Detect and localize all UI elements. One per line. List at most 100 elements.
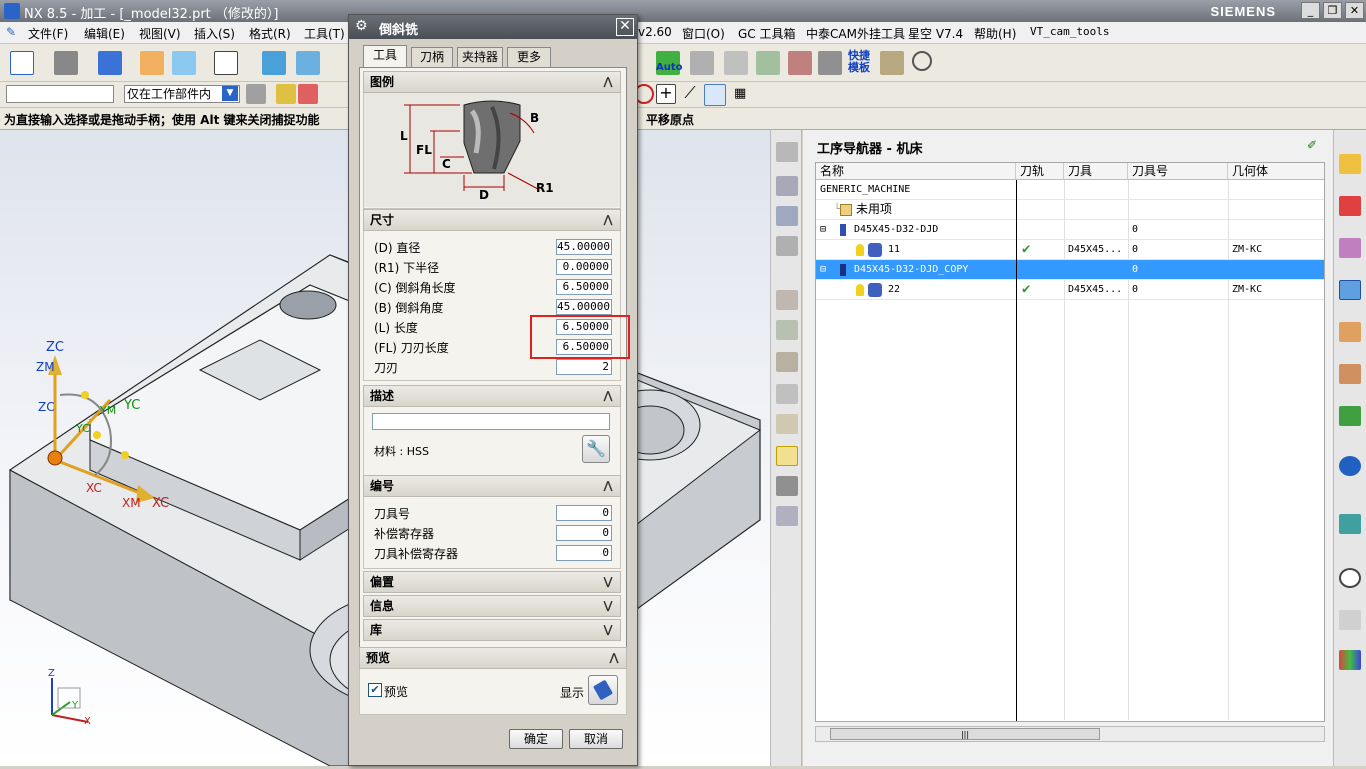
- menu-vt-cam-tools[interactable]: VT_cam_tools: [1030, 25, 1109, 38]
- history-icon[interactable]: [1339, 406, 1361, 426]
- render-style-icon[interactable]: [54, 51, 78, 75]
- select-all-icon[interactable]: [246, 84, 266, 104]
- reuse-library-icon[interactable]: [1339, 364, 1361, 384]
- chevron-down-icon[interactable]: ⋁: [600, 622, 616, 638]
- grid-icon[interactable]: ▦: [734, 86, 750, 102]
- create-method-icon[interactable]: [776, 384, 798, 404]
- create-geometry-icon[interactable]: [776, 352, 798, 372]
- adjust-register-field[interactable]: 0: [556, 525, 612, 541]
- post-process-icon[interactable]: [776, 506, 798, 526]
- param-diameter-field[interactable]: 45.00000: [556, 239, 612, 255]
- system-materials-icon[interactable]: [1339, 650, 1361, 670]
- menu-format[interactable]: 格式(R): [249, 25, 291, 42]
- chevron-up-icon[interactable]: ⋀: [600, 388, 616, 404]
- triad-handle-3[interactable]: [121, 451, 129, 459]
- col-tool-number[interactable]: 刀具号: [1128, 163, 1228, 180]
- scroll-thumb[interactable]: |||: [830, 728, 1100, 740]
- table-row[interactable]: 11 ✔ D45X45... 0 ZM-KC: [816, 240, 1324, 260]
- tab-holder[interactable]: 刀柄: [411, 47, 453, 67]
- toolpath-icon[interactable]: [776, 446, 798, 466]
- menu-xingkong[interactable]: 星空 V7.4: [908, 25, 963, 42]
- param-chamfer-length-field[interactable]: 6.50000: [556, 279, 612, 295]
- pin-icon[interactable]: ✐: [1307, 138, 1321, 152]
- col-tool[interactable]: 刀具: [1064, 163, 1128, 180]
- tool-number-field[interactable]: 0: [556, 505, 612, 521]
- minimize-button[interactable]: _: [1301, 2, 1320, 19]
- col-name[interactable]: 名称: [816, 163, 1016, 180]
- tab-more[interactable]: 更多: [507, 47, 551, 67]
- library-section-header[interactable]: 库 ⋁: [363, 619, 621, 641]
- operation-nav-icon[interactable]: [1339, 280, 1361, 300]
- cam-tool-icon-3[interactable]: [756, 51, 780, 75]
- background-icon[interactable]: [214, 51, 238, 75]
- view-orient-icon[interactable]: [98, 51, 122, 75]
- table-row[interactable]: ⊟ D45X45-D32-DJD 0: [816, 220, 1324, 240]
- description-section-header[interactable]: 描述 ⋀: [363, 385, 621, 407]
- menu-help[interactable]: 帮助(H): [974, 25, 1016, 42]
- create-program-icon[interactable]: [776, 290, 798, 310]
- layer-list-icon[interactable]: [776, 476, 798, 496]
- snap-intersect-icon[interactable]: +: [656, 84, 676, 104]
- cam-tool-icon[interactable]: [690, 51, 714, 75]
- constraint-nav-icon[interactable]: [1339, 196, 1361, 216]
- cancel-button[interactable]: 取消: [569, 729, 623, 749]
- param-flutes-field[interactable]: 2: [556, 359, 612, 375]
- tab-tool[interactable]: 工具: [363, 45, 407, 67]
- menu-tools[interactable]: 工具(T): [304, 25, 345, 42]
- dialog-close-button[interactable]: ✕: [616, 18, 634, 36]
- col-toolpath[interactable]: 刀轨: [1016, 163, 1064, 180]
- triad-handle[interactable]: [93, 431, 101, 439]
- info-icon[interactable]: [1339, 456, 1361, 476]
- info-section-header[interactable]: 信息 ⋁: [363, 595, 621, 617]
- palette-icon[interactable]: [1339, 610, 1361, 630]
- chevron-down-icon[interactable]: ⋁: [600, 598, 616, 614]
- auto-button[interactable]: Auto: [656, 51, 683, 75]
- layer-icon[interactable]: [140, 51, 164, 75]
- menu-zhongtai-cam[interactable]: 中泰CAM外挂工具: [806, 25, 905, 42]
- snap-point-icon[interactable]: [276, 84, 296, 104]
- fit-view-icon[interactable]: [10, 51, 34, 75]
- size-section-header[interactable]: 尺寸 ⋀: [363, 209, 621, 231]
- dialog-title-bar[interactable]: ⚙ 倒斜铣 ✕: [349, 15, 637, 39]
- menu-edit[interactable]: 编辑(E): [84, 25, 125, 42]
- cam-tool-icon-6[interactable]: [880, 51, 904, 75]
- menu-window[interactable]: 窗口(O): [682, 25, 725, 42]
- chevron-up-icon[interactable]: ⋀: [600, 478, 616, 494]
- machine-tool-view-icon[interactable]: [776, 176, 798, 196]
- menu-gc-toolbox[interactable]: GC 工具箱: [738, 25, 796, 42]
- param-lower-radius-field[interactable]: 0.00000: [556, 259, 612, 275]
- create-operation-icon[interactable]: [776, 414, 798, 434]
- program-order-view-icon[interactable]: [776, 142, 798, 162]
- chevron-up-icon[interactable]: ⋀: [606, 650, 622, 666]
- app-menu-icon[interactable]: ✎: [6, 25, 16, 39]
- number-section-header[interactable]: 编号 ⋀: [363, 475, 621, 497]
- clock-icon[interactable]: [1339, 568, 1361, 588]
- chevron-down-icon[interactable]: ⋁: [600, 574, 616, 590]
- part-nav-icon[interactable]: [1339, 238, 1361, 258]
- legend-section-header[interactable]: 图例 ⋀: [363, 71, 621, 93]
- horizontal-scrollbar[interactable]: |||: [815, 726, 1325, 742]
- triad-handle-2[interactable]: [81, 391, 89, 399]
- restore-button[interactable]: ❐: [1323, 2, 1342, 19]
- assembly-nav-icon[interactable]: [1339, 154, 1361, 174]
- cam-tool-icon-2[interactable]: [724, 51, 748, 75]
- quick-template-button[interactable]: 快捷 模板: [848, 50, 870, 74]
- snap-quadrant-icon[interactable]: [704, 84, 726, 106]
- method-view-icon[interactable]: [776, 236, 798, 256]
- collapse-icon[interactable]: ⊟: [820, 220, 826, 240]
- chevron-up-icon[interactable]: ⋀: [600, 74, 616, 90]
- menu-insert[interactable]: 插入(S): [194, 25, 235, 42]
- chevron-up-icon[interactable]: ⋀: [600, 212, 616, 228]
- web-browser-icon[interactable]: [1339, 514, 1361, 534]
- geometry-view-icon[interactable]: [776, 206, 798, 226]
- show-tool-button[interactable]: [588, 675, 618, 705]
- menu-plugin-version[interactable]: v2.60: [638, 25, 672, 39]
- close-window-button[interactable]: ✕: [1345, 2, 1364, 19]
- chevron-down-icon[interactable]: ▼: [222, 86, 238, 101]
- machine-nav-icon[interactable]: [1339, 322, 1361, 342]
- material-wrench-button[interactable]: 🔧: [582, 435, 610, 463]
- table-row[interactable]: 22 ✔ D45X45... 0 ZM-KC: [816, 280, 1324, 300]
- cutcom-register-field[interactable]: 0: [556, 545, 612, 561]
- description-input[interactable]: [372, 413, 610, 430]
- cam-tool-icon-5[interactable]: [818, 51, 842, 75]
